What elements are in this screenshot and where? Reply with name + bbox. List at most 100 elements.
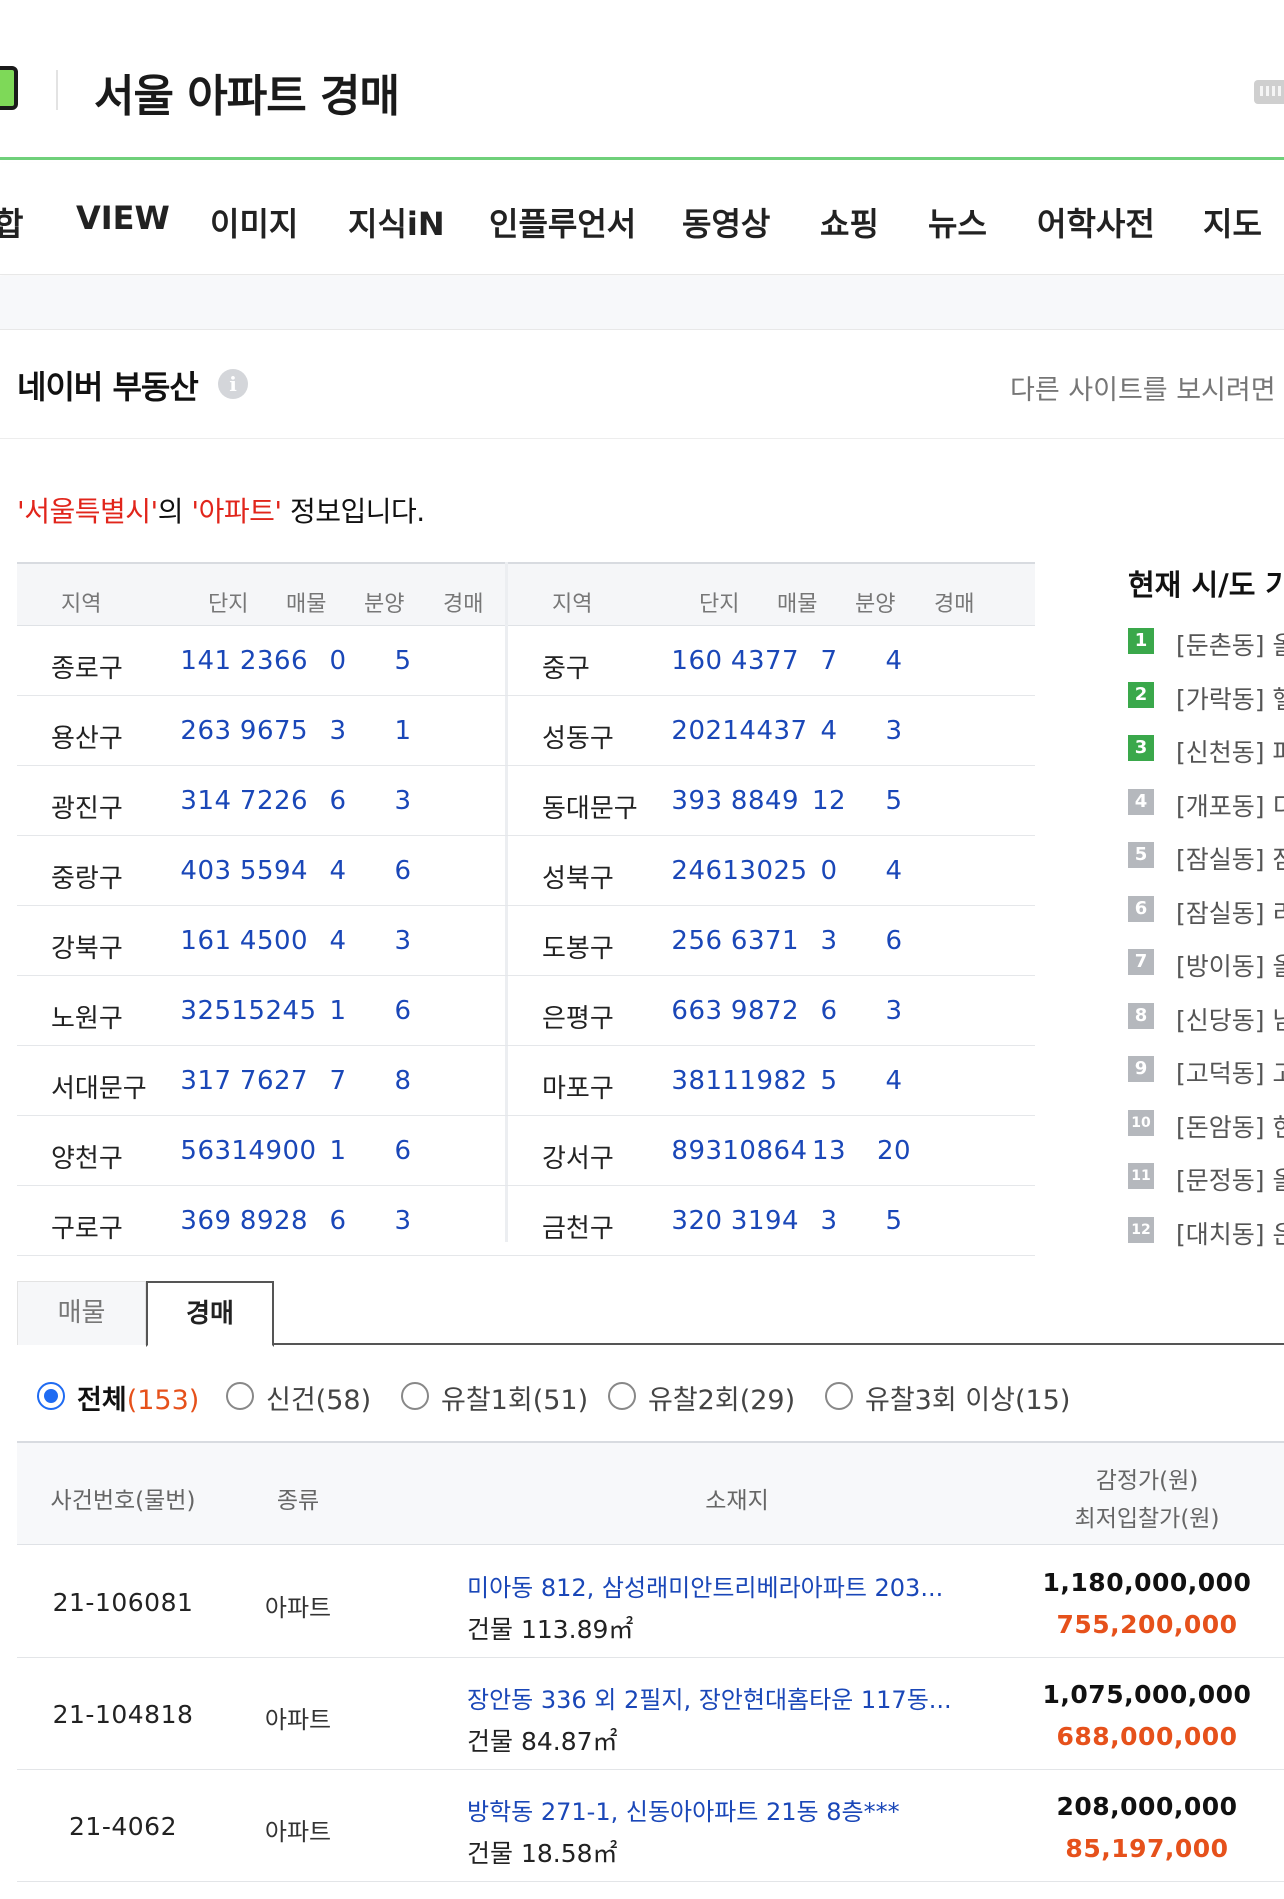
rank-number-badge: 6 bbox=[1128, 895, 1154, 922]
tab-dictionary[interactable]: 어학사전 bbox=[1037, 199, 1155, 245]
table-row: 강북구 161 4500 4 3 도봉구 256 6371 3 6 bbox=[17, 906, 1035, 976]
auction-row: 21-104818 아파트 장안동 336 외 2필지, 장안현대홈타운 117동.… bbox=[17, 1658, 1284, 1770]
auction-count-link[interactable]: 5 bbox=[854, 786, 934, 816]
region-name: 도봉구 bbox=[542, 934, 614, 964]
table-row: 서대문구 317 7627 7 8 마포구 381 11982 5 4 bbox=[17, 1046, 1035, 1116]
address-link[interactable]: 장안동 336 외 2필지, 장안현대홈타운 117동... bbox=[467, 1680, 952, 1715]
radio-selected-icon[interactable] bbox=[37, 1382, 65, 1410]
rank-number-badge: 4 bbox=[1128, 788, 1154, 815]
search-header: 서울 아파트 경매 bbox=[0, 0, 1284, 160]
address-link[interactable]: 방학동 271-1, 신동아아파트 21동 8층*** bbox=[467, 1792, 900, 1827]
tab-video[interactable]: 동영상 bbox=[682, 199, 770, 245]
ranking-item-label: [신당동] 남 bbox=[1176, 1005, 1284, 1035]
intro-type: '아파트' bbox=[191, 495, 282, 528]
intro-mid: 의 bbox=[157, 495, 192, 528]
header-case-number: 사건번호(물번) bbox=[50, 1488, 196, 1514]
section-title[interactable]: 네이버 부동산 bbox=[17, 362, 199, 408]
rank-number-badge: 12 bbox=[1128, 1216, 1154, 1243]
divider bbox=[0, 438, 1284, 439]
auction-count-link[interactable]: 5 bbox=[854, 1206, 934, 1236]
rank-number-badge: 2 bbox=[1128, 681, 1154, 708]
rank-number-badge: 1 bbox=[1128, 628, 1154, 654]
tab-shopping[interactable]: 쇼핑 bbox=[820, 199, 879, 245]
auction-count-link[interactable]: 3 bbox=[363, 926, 443, 956]
auction-row: 21-4062 아파트 방학동 271-1, 신동아아파트 21동 8층*** 건물 … bbox=[17, 1770, 1284, 1882]
tab-influencer[interactable]: 인플루언서 bbox=[489, 199, 636, 245]
header-presale: 분양 bbox=[364, 592, 405, 617]
header-divider bbox=[56, 70, 58, 110]
auction-count-link[interactable]: 6 bbox=[363, 996, 443, 1026]
filter-label: 유찰2회(29) bbox=[648, 1378, 795, 1417]
info-icon[interactable]: i bbox=[218, 369, 248, 399]
naver-logo-icon[interactable] bbox=[0, 66, 18, 110]
ranking-title: 현재 시/도 가 bbox=[1128, 568, 1284, 602]
auction-count-link[interactable]: 4 bbox=[854, 856, 934, 886]
property-type: 아파트 bbox=[264, 1818, 332, 1846]
header-presale: 분양 bbox=[855, 592, 896, 617]
auction-count-link[interactable]: 5 bbox=[363, 646, 443, 676]
radio-icon[interactable] bbox=[825, 1382, 853, 1410]
table-row: 광진구 314 7226 6 3 동대문구 393 8849 12 5 bbox=[17, 766, 1035, 836]
intro-text: '서울특별시'의 '아파트' 정보입니다. bbox=[17, 490, 425, 530]
filter-label-text: 전체 bbox=[77, 1385, 127, 1416]
minimum-bid-price: 688,000,000 bbox=[1056, 1722, 1238, 1751]
rank-number-badge: 3 bbox=[1128, 735, 1154, 761]
search-query-input[interactable]: 서울 아파트 경매 bbox=[94, 60, 400, 124]
intro-tail: 정보입니다. bbox=[281, 495, 425, 528]
filter-label: 신건(58) bbox=[266, 1378, 371, 1417]
radio-icon[interactable] bbox=[401, 1382, 429, 1410]
tab-auction[interactable]: 경매 bbox=[146, 1281, 274, 1347]
auction-count-link[interactable]: 6 bbox=[854, 926, 934, 956]
header-address: 소재지 bbox=[705, 1488, 769, 1514]
filter-label-text: 유찰2회(29) bbox=[648, 1385, 796, 1416]
filter-label-text: 유찰1회(51) bbox=[441, 1385, 589, 1416]
filter-count: (153) bbox=[126, 1385, 200, 1416]
auction-count-link[interactable]: 4 bbox=[854, 1066, 934, 1096]
auction-count-link[interactable]: 3 bbox=[363, 786, 443, 816]
listing-auction-tabs: 매물 경매 bbox=[17, 1281, 1284, 1347]
auction-count-link[interactable]: 20 bbox=[854, 1136, 934, 1166]
other-site-hint[interactable]: 다른 사이트를 보시려면 클 bbox=[1010, 368, 1284, 407]
case-number: 21-4062 bbox=[69, 1812, 177, 1841]
filter-label-text: 유찰3회 이상(15) bbox=[865, 1385, 1071, 1416]
header-complex: 단지 bbox=[208, 592, 249, 617]
radio-icon[interactable] bbox=[226, 1382, 254, 1410]
tab-knowledge-in[interactable]: 지식iN bbox=[348, 199, 445, 245]
region-name: 양천구 bbox=[51, 1144, 123, 1174]
auction-count-link[interactable]: 3 bbox=[854, 996, 934, 1026]
tab-images[interactable]: 이미지 bbox=[210, 199, 298, 245]
region-name: 구로구 bbox=[51, 1214, 123, 1244]
table-row: 용산구 263 9675 3 1 성동구 202 14437 4 3 bbox=[17, 696, 1035, 766]
ranking-item-label: [잠실동] 리 bbox=[1176, 898, 1284, 928]
auction-count-link[interactable]: 4 bbox=[854, 646, 934, 676]
keyboard-icon[interactable] bbox=[1254, 80, 1284, 104]
tab-news[interactable]: 뉴스 bbox=[928, 199, 987, 245]
intro-city: '서울특별시' bbox=[17, 495, 158, 528]
tab-listing[interactable]: 매물 bbox=[17, 1281, 146, 1345]
property-type: 아파트 bbox=[264, 1706, 332, 1734]
auction-count-link[interactable]: 8 bbox=[363, 1066, 443, 1096]
ranking-item-label: [신천동] 파 bbox=[1176, 738, 1284, 767]
building-area: 건물 18.58㎡ bbox=[467, 1839, 618, 1868]
header-auction: 경매 bbox=[934, 592, 975, 617]
rank-number-badge: 11 bbox=[1128, 1163, 1154, 1189]
rank-number-badge: 5 bbox=[1128, 842, 1154, 868]
region-name: 용산구 bbox=[51, 724, 123, 754]
tab-map[interactable]: 지도 bbox=[1203, 199, 1262, 245]
case-number: 21-106081 bbox=[52, 1588, 194, 1617]
radio-icon[interactable] bbox=[608, 1382, 636, 1410]
appraisal-price: 1,180,000,000 bbox=[1042, 1568, 1252, 1597]
auction-count-link[interactable]: 3 bbox=[854, 716, 934, 746]
header-minimum-bid: 최저입찰가(원) bbox=[1074, 1506, 1220, 1532]
header-region: 지역 bbox=[61, 592, 102, 617]
tab-view[interactable]: VIEW bbox=[76, 199, 170, 237]
auction-count-link[interactable]: 6 bbox=[363, 1136, 443, 1166]
region-table-header: 지역 단지 매물 분양 경매 지역 단지 매물 분양 경매 bbox=[17, 562, 1035, 626]
auction-count-link[interactable]: 6 bbox=[363, 856, 443, 886]
region-name: 성북구 bbox=[542, 864, 614, 894]
ranking-item-label: [둔촌동] 올 bbox=[1176, 631, 1284, 660]
auction-count-link[interactable]: 1 bbox=[363, 716, 443, 746]
auction-count-link[interactable]: 3 bbox=[363, 1206, 443, 1236]
tab-all[interactable]: 합 bbox=[0, 199, 23, 245]
address-link[interactable]: 미아동 812, 삼성래미안트리베라아파트 203... bbox=[467, 1568, 943, 1603]
